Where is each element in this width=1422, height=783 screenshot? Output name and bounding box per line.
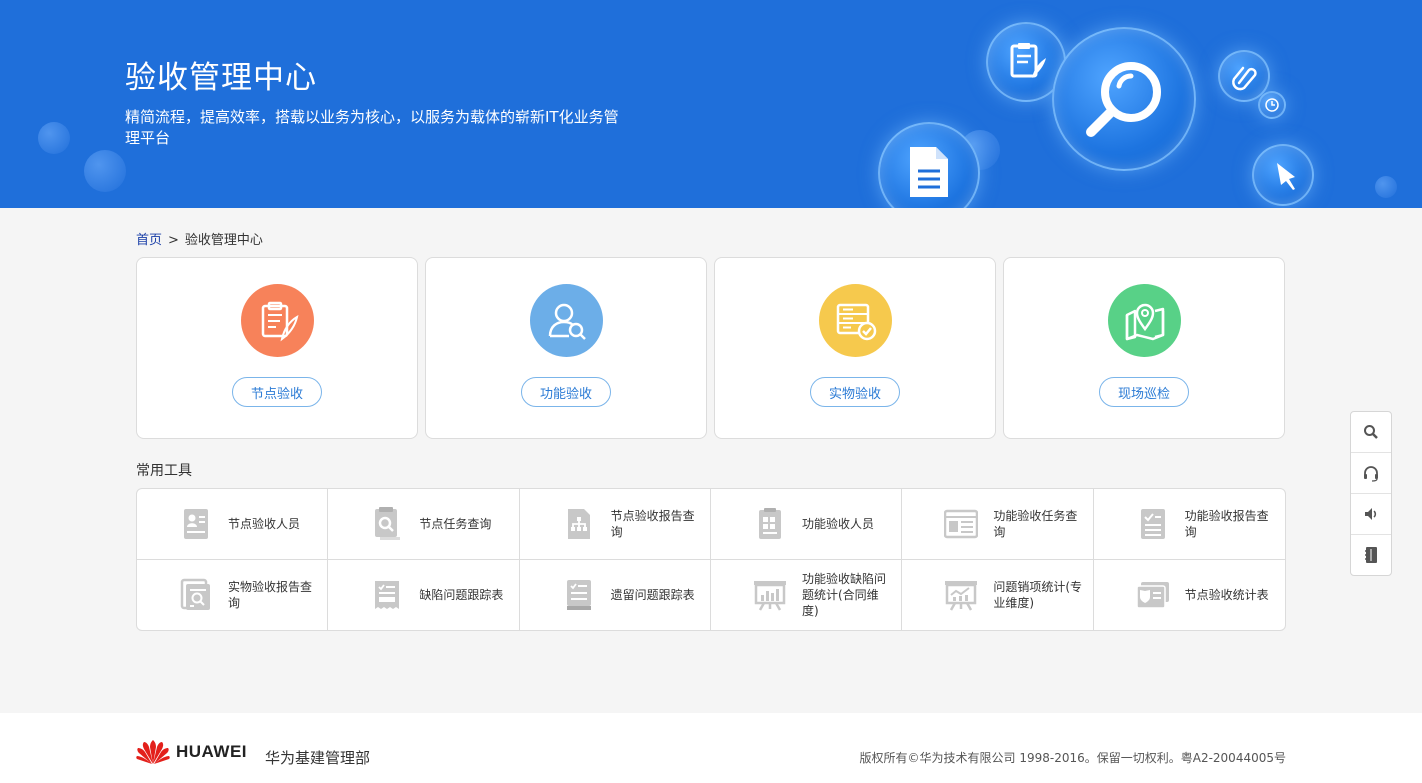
tool-issue-closure-stats[interactable]: 问题销项统计(专业维度) — [902, 559, 1094, 630]
tool-label: 节点验收报告查询 — [610, 508, 695, 539]
site-inspection-button[interactable]: 现场巡检 — [1099, 377, 1189, 407]
card-function-acceptance[interactable]: 功能验收 — [425, 257, 707, 439]
tool-node-acceptance-report-query[interactable]: 节点验收报告查询 — [519, 489, 711, 560]
id-card-icon — [179, 506, 213, 542]
tool-label: 问题销项统计(专业维度) — [993, 579, 1083, 610]
page-subtitle: 精简流程，提高效率，搭载以业务为核心，以服务为载体的崭新IT化业务管理平台 — [125, 108, 619, 147]
tool-label: 遗留问题跟踪表 — [610, 587, 695, 602]
clock-bubble-icon — [1258, 91, 1286, 119]
tool-label: 节点验收统计表 — [1184, 587, 1269, 602]
clipboard-pen-icon — [241, 284, 314, 357]
tool-label: 节点验收人员 — [228, 516, 301, 531]
tool-function-acceptance-staff[interactable]: 功能验收人员 — [710, 489, 903, 560]
pin-bubble-icon — [1252, 144, 1314, 206]
search-icon[interactable] — [1351, 412, 1391, 453]
card-node-acceptance[interactable]: 节点验收 — [136, 257, 418, 439]
hero-banner: 验收管理中心 精简流程，提高效率，搭载以业务为核心，以服务为载体的崭新IT化业务… — [0, 0, 1422, 208]
huawei-logo: HUAWEI — [136, 739, 247, 765]
tool-physical-report-query[interactable]: 实物验收报告查询 — [137, 559, 329, 630]
tool-label: 功能验收人员 — [801, 516, 874, 531]
map-pin-icon — [1108, 284, 1181, 357]
breadcrumb-home-link[interactable]: 首页 — [136, 233, 162, 248]
tool-defect-tracking[interactable]: 缺陷问题跟踪表 — [328, 559, 520, 630]
browser-list-icon — [944, 506, 979, 542]
huawei-flower-icon — [136, 740, 170, 764]
decor-bubble — [84, 150, 126, 192]
shield-card-icon — [1135, 577, 1170, 613]
copyright-text: 版权所有©华为技术有限公司 1998-2016。保留一切权利。粤A2-20044… — [859, 751, 1286, 765]
stack-search-icon — [179, 577, 213, 613]
breadcrumb: 首页 > 验收管理中心 — [136, 229, 263, 248]
document-bubble-icon — [878, 122, 980, 208]
node-acceptance-button[interactable]: 节点验收 — [232, 377, 322, 407]
speaker-icon[interactable] — [1351, 494, 1391, 535]
tool-legacy-issue-tracking[interactable]: 遗留问题跟踪表 — [520, 559, 711, 630]
function-acceptance-button[interactable]: 功能验收 — [521, 377, 611, 407]
department-name: 华为基建管理部 — [265, 749, 371, 767]
decor-bubble — [38, 122, 70, 154]
server-check-icon — [819, 284, 892, 357]
tool-node-acceptance-stats[interactable]: 节点验收统计表 — [1094, 560, 1285, 631]
card-physical-acceptance[interactable]: 实物验收 — [714, 257, 996, 439]
tool-label: 节点任务查询 — [419, 516, 492, 531]
breadcrumb-separator: > — [168, 233, 179, 248]
tool-label: 功能验收任务查询 — [993, 508, 1078, 539]
board-chart-icon — [753, 577, 787, 613]
tool-label: 功能验收缺陷问题统计(合同维度) — [801, 571, 886, 618]
tool-label: 功能验收报告查询 — [1184, 508, 1269, 539]
search-bubble-icon — [1052, 27, 1196, 171]
decor-bubble — [1375, 176, 1397, 198]
physical-acceptance-button[interactable]: 实物验收 — [810, 377, 900, 407]
card-site-inspection[interactable]: 现场巡检 — [1003, 257, 1285, 439]
org-report-icon — [562, 506, 596, 542]
ticket-list-icon — [370, 577, 404, 613]
tool-function-defect-stats[interactable]: 功能验收缺陷问题统计(合同维度) — [711, 559, 903, 630]
tools-section-title: 常用工具 — [136, 463, 192, 479]
check-list-icon — [1136, 506, 1170, 542]
headset-icon[interactable] — [1351, 453, 1391, 494]
book-list-icon — [562, 577, 596, 613]
logo-text: HUAWEI — [176, 742, 247, 761]
tool-node-task-query[interactable]: 节点任务查询 — [328, 489, 520, 560]
tools-grid: 节点验收人员 节点任务查询 节点验收报告查询 功能验收人员 功能验收任务查询 功… — [136, 488, 1286, 631]
breadcrumb-current: 验收管理中心 — [184, 233, 263, 248]
user-search-icon — [530, 284, 603, 357]
footer: HUAWEI 华为基建管理部 版权所有©华为技术有限公司 1998-2016。保… — [0, 713, 1422, 783]
tool-label: 实物验收报告查询 — [228, 579, 313, 610]
floating-toolbar — [1350, 411, 1392, 576]
page-title: 验收管理中心 — [125, 60, 317, 96]
notebook-icon[interactable] — [1351, 535, 1391, 575]
tool-function-task-query[interactable]: 功能验收任务查询 — [902, 489, 1094, 560]
doc-search-icon — [370, 506, 404, 542]
tool-label: 缺陷问题跟踪表 — [419, 587, 504, 602]
tool-function-report-query[interactable]: 功能验收报告查询 — [1093, 489, 1285, 560]
grid-doc-icon — [753, 506, 787, 542]
board-trend-icon — [944, 577, 978, 613]
tool-node-acceptance-staff[interactable]: 节点验收人员 — [137, 489, 329, 560]
